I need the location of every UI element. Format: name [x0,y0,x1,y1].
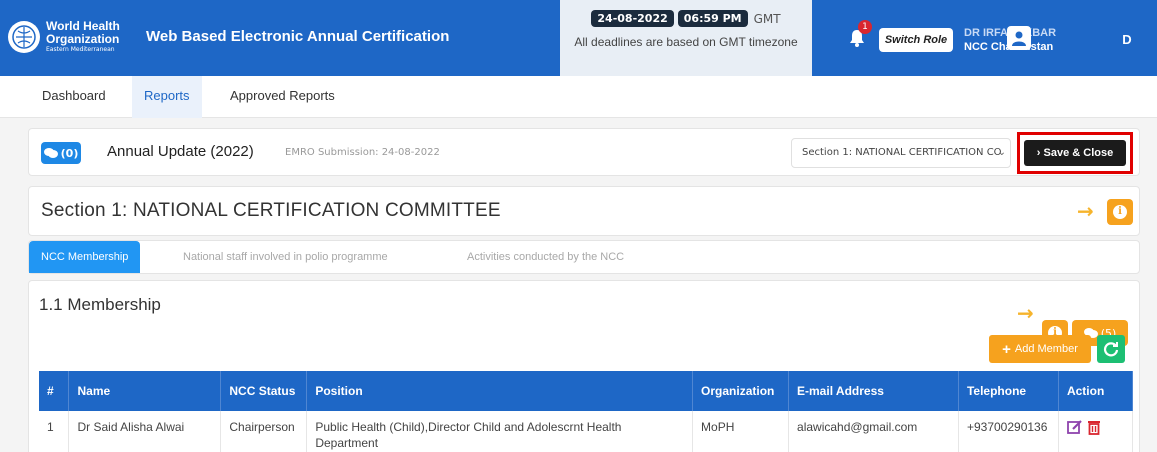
col-action: Action [1058,371,1134,411]
comment-count: (0) [60,146,79,160]
comments-button[interactable]: (0) [41,142,81,164]
arrow-right-icon: → [1017,301,1034,325]
report-title: Annual Update (2022) [107,143,254,160]
col-name: Name [68,371,222,411]
cell-name: Dr Said Alisha Alwai [68,411,222,452]
user-icon [1012,31,1026,46]
who-logo[interactable]: World Health Organization Eastern Medite… [8,12,144,62]
cell-action [1058,411,1134,452]
top-bar: World Health Organization Eastern Medite… [0,0,1157,76]
chat-icon [43,148,58,158]
cell-position: Public Health (Child),Director Child and… [306,411,694,452]
switch-role-button[interactable]: Switch Role [879,28,953,52]
chevron-down-icon: ⌄ [997,147,1006,158]
nav-approved-reports[interactable]: Approved Reports [218,76,347,118]
save-close-button[interactable]: › Save & Close [1024,140,1126,166]
timezone-label: GMT [753,11,781,26]
arrow-right-icon: → [1077,199,1094,223]
col-position: Position [306,371,694,411]
cell-telephone: +93700290136 [958,411,1059,452]
section-select-value: Section 1: NATIONAL CERTIFICATION CO [802,147,1002,158]
logo-line-3: Eastern Mediterranean [46,46,115,54]
tab-ncc-membership[interactable]: NCC Membership [29,241,141,273]
logo-line-2: Organization [46,31,120,46]
col-email: E-mail Address [788,371,959,411]
nav-dashboard[interactable]: Dashboard [30,76,118,118]
app-title: Web Based Electronic Annual Certificatio… [146,28,450,45]
date-chip: 24-08-2022 [591,10,674,27]
col-telephone: Telephone [958,371,1059,411]
section-info-button[interactable]: i [1107,199,1133,225]
add-member-button[interactable]: + Add Member [989,335,1091,363]
delete-icon[interactable] [1087,419,1101,435]
submission-date: EMRO Submission: 24-08-2022 [285,147,440,158]
table-header-row: # Name NCC Status Position Organization … [39,371,1134,411]
table-row: 1 Dr Said Alisha Alwai Chairperson Publi… [39,411,1134,452]
deadline-note: All deadlines are based on GMT timezone [574,35,798,49]
tab-national-staff[interactable]: National staff involved in polio program… [183,241,388,273]
membership-title: 1.1 Membership [39,295,161,314]
time-chip: 06:59 PM [677,10,748,27]
cell-organization: MoPH [692,411,790,452]
cell-number: 1 [39,411,70,452]
nav-reports[interactable]: Reports [132,76,202,118]
user-menu-button[interactable]: D [1117,27,1137,53]
un-emblem-icon [8,21,40,53]
col-number: # [39,371,70,411]
cell-email: alawicahd@gmail.com [788,411,959,452]
col-ncc-status: NCC Status [220,371,308,411]
highlight-box: › Save & Close [1017,132,1133,174]
save-close-label: Save & Close [1043,147,1114,159]
tab-activities[interactable]: Activities conducted by the NCC [467,241,624,273]
edit-icon[interactable] [1067,419,1083,435]
section-select[interactable]: Section 1: NATIONAL CERTIFICATION CO ⌄ [791,138,1011,168]
plus-icon: + [1002,340,1011,358]
avatar[interactable] [1007,26,1031,50]
section-tabs: NCC Membership National staff involved i… [28,240,1140,274]
section-title-card: Section 1: NATIONAL CERTIFICATION COMMIT… [28,186,1140,236]
notification-badge: 1 [858,20,872,34]
refresh-button[interactable] [1097,335,1125,363]
refresh-icon [1103,342,1119,357]
add-member-label: Add Member [1014,343,1078,355]
main-nav: Dashboard Reports Approved Reports [0,76,1157,118]
logo-line-1: World Health [46,19,120,34]
info-icon: i [1113,205,1127,219]
section-title: Section 1: NATIONAL CERTIFICATION COMMIT… [41,200,501,221]
report-header-card: (0) Annual Update (2022) EMRO Submission… [28,128,1140,176]
datetime-panel: 24-08-2022 06:59 PM GMT All deadlines ar… [560,0,812,76]
col-organization: Organization [692,371,790,411]
membership-card: 1.1 Membership → i (5) + Add Member # Na… [28,280,1140,452]
cell-status: Chairperson [220,411,308,452]
membership-table: # Name NCC Status Position Organization … [39,371,1134,452]
